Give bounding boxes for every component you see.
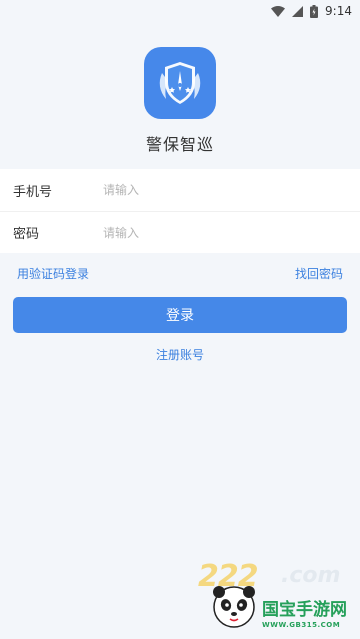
- app-name: 警保智巡: [145, 135, 214, 154]
- app-logo: [144, 47, 216, 119]
- register-link[interactable]: 注册账号: [0, 346, 360, 363]
- forgot-password-link[interactable]: 找回密码: [295, 265, 343, 282]
- shield-compass-icon: [159, 62, 201, 104]
- login-button[interactable]: 登录: [13, 297, 347, 333]
- phone-label: 手机号: [13, 184, 53, 200]
- watermark-url: WWW.GB315.COM: [262, 621, 341, 629]
- status-bar: 9:14: [0, 0, 360, 22]
- password-input[interactable]: [101, 224, 335, 241]
- phone-row: 手机号: [0, 169, 360, 211]
- phone-input[interactable]: [101, 182, 335, 198]
- watermark-domain: .com: [281, 563, 341, 588]
- wifi-icon: [271, 5, 286, 17]
- status-time: 9:14: [325, 4, 352, 18]
- sms-login-link[interactable]: 用验证码登录: [17, 265, 89, 282]
- auth-links: 用验证码登录 找回密码: [17, 265, 343, 282]
- battery-icon: [310, 4, 319, 18]
- panda-icon: [213, 586, 255, 628]
- login-form: 手机号 密码: [0, 169, 360, 253]
- password-row: 密码: [0, 211, 360, 253]
- password-label: 密码: [13, 227, 40, 242]
- signal-icon: [292, 5, 304, 17]
- watermark-brand: 国宝手游网: [262, 600, 347, 620]
